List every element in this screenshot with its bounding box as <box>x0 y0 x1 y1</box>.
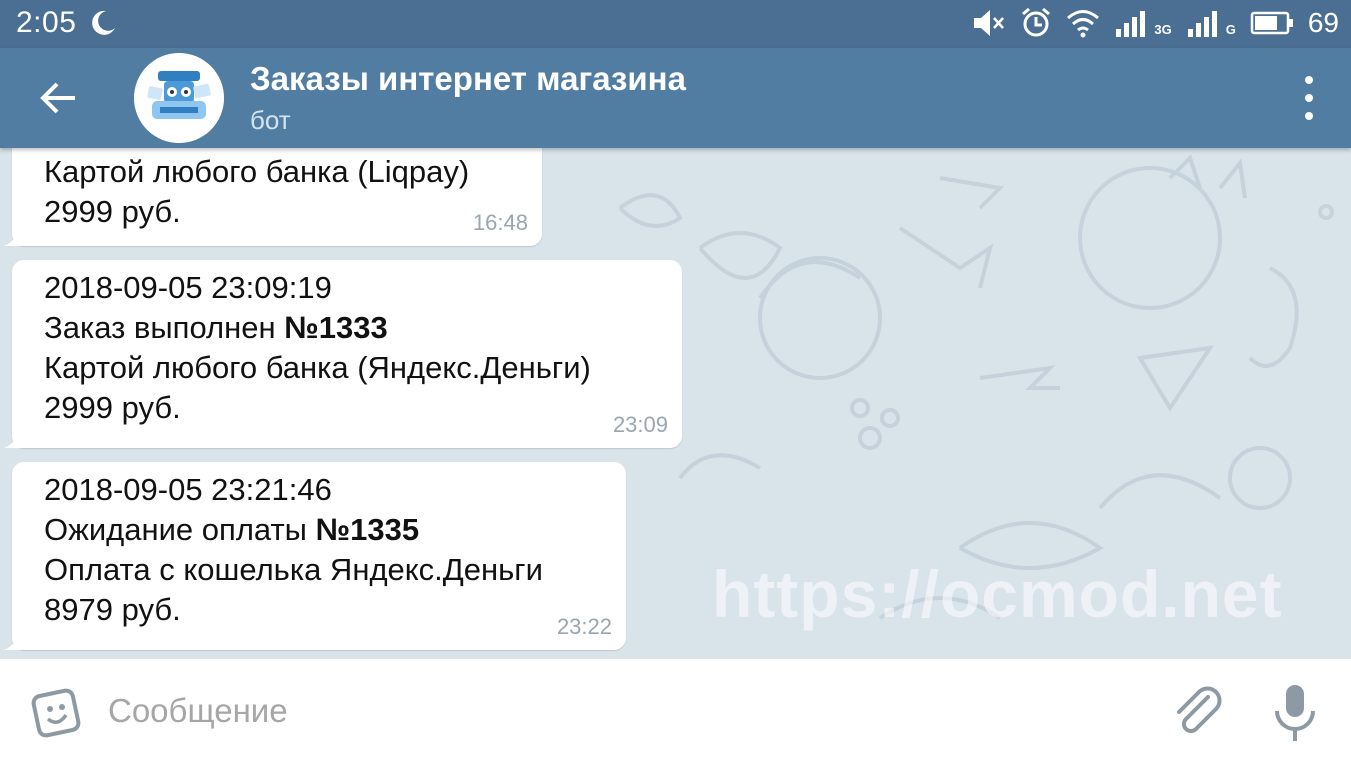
more-vert-icon <box>1305 112 1313 120</box>
order-status-text: Заказ выполнен <box>44 310 285 345</box>
order-amount: 8979 руб. <box>44 592 181 627</box>
moon-icon <box>92 10 115 35</box>
message-bubble[interactable]: 2018-09-05 23:09:19 Заказ выполнен №1333… <box>4 260 682 448</box>
order-status-line: Ожидание оплаты №1335 <box>44 510 604 550</box>
message-time: 23:09 <box>612 412 668 437</box>
message-line: Картой любого банка (Liqpay) <box>44 154 470 189</box>
message-bubble[interactable]: Картой любого банка (Liqpay) 2999 руб. 1… <box>4 148 542 246</box>
order-status-line: Заказ выполнен №1333 <box>44 308 660 348</box>
network-g-label: G <box>1225 21 1236 37</box>
bubble-tail <box>4 632 22 650</box>
message-list[interactable]: Картой любого банка (Liqpay) 2999 руб. 1… <box>0 148 1351 658</box>
chat-subtitle: бот <box>250 105 291 135</box>
back-button[interactable] <box>24 72 94 124</box>
paperclip-icon[interactable] <box>1170 683 1226 741</box>
watermark: https://ocmod.net <box>712 557 1283 631</box>
wifi-icon <box>1067 10 1100 38</box>
message-input[interactable] <box>108 681 1148 741</box>
robot-icon <box>134 53 224 143</box>
signal-icon <box>1116 11 1146 37</box>
back-arrow-icon <box>40 82 75 114</box>
message-bubble[interactable]: 2018-09-05 23:21:46 Ожидание оплаты №133… <box>4 462 626 650</box>
message-time: 23:22 <box>556 614 612 639</box>
microphone-icon[interactable] <box>1272 683 1318 743</box>
message-composer <box>0 658 1351 760</box>
chat-title: Заказы интернет магазина <box>250 60 686 97</box>
message-date: 2018-09-05 23:21:46 <box>44 472 332 507</box>
bubble-tail <box>4 228 22 246</box>
status-bar: 2:05 3G G 69 <box>0 0 1351 48</box>
payment-method: Оплата с кошелька Яндекс.Деньги <box>44 552 543 587</box>
order-number: №1333 <box>284 310 388 345</box>
battery-percent: 69 <box>1307 7 1339 38</box>
more-vert-icon <box>1305 94 1313 102</box>
message-date: 2018-09-05 23:09:19 <box>44 270 332 305</box>
emoji-icon[interactable] <box>30 685 84 739</box>
more-options-button[interactable] <box>1297 76 1321 120</box>
message-time: 16:48 <box>472 210 528 235</box>
bot-avatar[interactable] <box>134 53 224 143</box>
status-icons: 3G G 69 <box>972 6 1339 40</box>
bubble-tail <box>4 430 22 448</box>
order-status-text: Ожидание оплаты <box>44 512 316 547</box>
battery-icon <box>1250 11 1293 35</box>
payment-method: Картой любого банка (Яндекс.Деньги) <box>44 350 591 385</box>
message-line: 2999 руб. <box>44 194 181 229</box>
more-vert-icon <box>1305 76 1313 84</box>
status-time: 2:05 <box>16 6 77 39</box>
mute-icon <box>974 10 1005 36</box>
chat-header: Заказы интернет магазина бот <box>0 48 1351 148</box>
signal-icon <box>1187 11 1217 37</box>
order-number: №1335 <box>315 512 420 547</box>
alarm-icon <box>1022 7 1051 37</box>
order-amount: 2999 руб. <box>44 390 181 425</box>
network-3g-label: 3G <box>1154 21 1172 37</box>
